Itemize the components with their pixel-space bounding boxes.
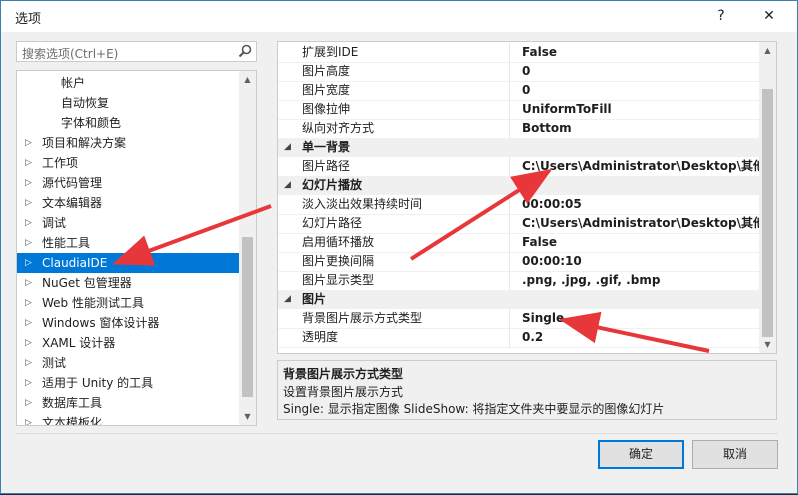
arrow-to-image-path (409, 168, 553, 261)
annotation-arrows (112, 168, 710, 353)
options-dialog: 选项 ? ✕ 搜索选项(Ctrl+E) ▷ 文本模板化 ▷ 数据库工具 ▷ 适用于 Uni… (0, 0, 798, 494)
arrow-to-claudiaide (112, 204, 272, 266)
arrow-to-single (559, 311, 710, 353)
